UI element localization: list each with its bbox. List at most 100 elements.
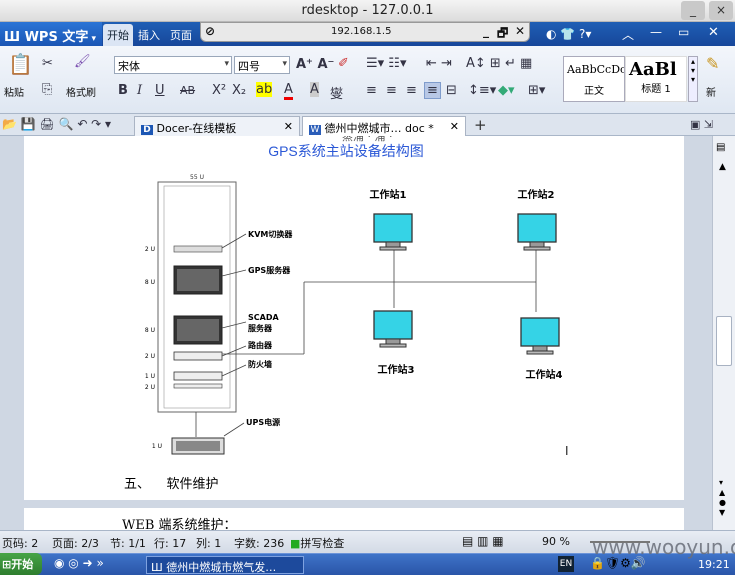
align-left-icon[interactable]: ≡ <box>366 83 377 98</box>
styles-scroll[interactable]: ▴ ▾ ▾ <box>688 56 698 102</box>
rd-minimize-button[interactable]: _ <box>483 24 489 38</box>
ribbon-collapse-icon[interactable]: ︿ <box>622 26 634 43</box>
font-size-value: 四号 <box>238 60 260 73</box>
paste-button[interactable]: 粘贴 <box>4 84 24 99</box>
italic-icon[interactable]: I <box>137 83 142 98</box>
tab-page[interactable]: 页面 <box>170 27 192 43</box>
tab-close-icon[interactable]: ✕ <box>284 120 293 133</box>
rack-unit-label: 1 U <box>145 373 155 380</box>
tab-close-icon[interactable]: ✕ <box>450 120 459 133</box>
style-normal-preview: AaBbCcDc <box>567 63 624 76</box>
router-label: 路由器 <box>248 340 273 350</box>
style-normal-label: 正文 <box>584 86 604 97</box>
subscript-icon[interactable]: X₂ <box>232 83 246 98</box>
spell-check-button[interactable]: ■拼写检查 <box>290 535 344 551</box>
style-heading1-label: 标题 1 <box>641 84 671 95</box>
app-minimize-button[interactable]: — <box>650 25 662 39</box>
vertical-scrollbar[interactable]: ▤ ▲ ▾ ▲ ● ▼ <box>712 136 735 530</box>
skin-icon[interactable]: ◐ 👕 ?▾ <box>546 27 591 41</box>
bullets-icon[interactable]: ☰▾ ☷▾ <box>366 56 407 71</box>
grow-font-icon[interactable]: A⁺ A⁻ <box>296 57 334 72</box>
status-row: 行: 17 <box>154 537 187 550</box>
taskbar-item-document[interactable]: Ш 德州中燃城市燃气发… <box>146 556 304 574</box>
app-close-button[interactable]: ✕ <box>708 25 719 40</box>
distribute-icon[interactable]: ⊟ <box>446 83 457 98</box>
sort-icon[interactable]: A↕ ⊞ ↵ ▦ <box>466 56 532 71</box>
strikethrough-icon[interactable]: AB <box>180 84 195 97</box>
line-spacing-icon[interactable]: ↕≡▾ <box>468 83 496 98</box>
new-tab-icon[interactable]: + <box>474 116 487 134</box>
font-name-select[interactable]: 宋体 ▾ <box>114 56 232 74</box>
format-painter-button[interactable]: 格式刷 <box>66 84 96 99</box>
workstation-2-monitor <box>517 213 557 251</box>
tab-docer-label: Docer-在线模板 <box>156 122 237 135</box>
tray-clock: 19:21 <box>698 558 730 571</box>
rdesktop-connection-bar: ⊘ 192.168.1.5 _ 🗗 ✕ <box>200 22 530 42</box>
highlight-icon[interactable]: ab <box>256 82 273 97</box>
pin-icon[interactable]: ⊘ <box>205 24 215 38</box>
start-button[interactable]: ⊞开始 <box>0 553 42 575</box>
firewall-unit <box>173 371 223 381</box>
new-style-icon[interactable]: ✎ <box>706 54 719 73</box>
font-color-icon[interactable]: A <box>284 82 293 100</box>
superscript-icon[interactable]: X² <box>212 83 226 98</box>
tab-insert[interactable]: 插入 <box>138 27 160 43</box>
page-break-gap <box>24 500 684 508</box>
style-normal[interactable]: AaBbCcDc 正文 <box>563 56 625 102</box>
rack-label-line: GPS服务器 <box>248 265 291 275</box>
rd-restore-button[interactable]: 🗗 <box>497 24 508 45</box>
rack-label-line: 路由器 <box>248 340 273 350</box>
border-icon[interactable]: ⊞▾ <box>528 83 545 98</box>
indent-icon[interactable]: ⇤ ⇥ <box>426 56 452 71</box>
shading-icon[interactable]: ◆▾ <box>498 83 515 98</box>
watermark: www.wooyun.org <box>592 535 735 559</box>
zoom-level[interactable]: 90 % <box>542 535 570 548</box>
tab-docer[interactable]: D Docer-在线模板 ✕ <box>134 116 300 136</box>
tab-options-icon[interactable]: ▣ ⇲ <box>690 118 713 131</box>
char-shading-icon[interactable]: A <box>310 82 319 97</box>
quick-access-icons[interactable]: 📂 💾 🖨 🔍 ↶ ↷ ▾ <box>2 117 111 131</box>
cut-icon[interactable]: ✂ <box>42 56 53 71</box>
start-flag-icon: ⊞ <box>2 558 12 571</box>
ups-size-label: 1 U <box>152 443 162 450</box>
tab-document[interactable]: W 德州中燃城市… doc * ✕ <box>302 116 466 136</box>
style-heading1[interactable]: AaBl 标题 1 <box>625 56 687 102</box>
new-style-button[interactable]: 新 <box>706 84 716 99</box>
page-nav-icons[interactable]: ▾ ▲ ● ▼ <box>719 478 726 518</box>
next-page[interactable]: WEB 端系统维护： <box>24 508 684 533</box>
ime-icon[interactable]: EN <box>558 556 574 572</box>
wps-taskbar-icon: Ш <box>151 561 167 574</box>
rack-size-label: 55 U <box>190 174 204 181</box>
view-mode-icons[interactable]: ▤ ▥ ▦ <box>462 534 504 548</box>
workstation-2-label: 工作站2 <box>518 188 555 201</box>
close-button[interactable]: × <box>709 1 733 20</box>
app-restore-button[interactable]: ▭ <box>678 25 689 39</box>
quick-launch-icons[interactable]: ◉ ◎ ➜ » <box>54 556 104 570</box>
document-page[interactable]: 蒸浦 · 浦 · GPS系统主站设备结构图 55 U 2 U 8 U 8 U 2… <box>24 136 684 530</box>
bold-icon[interactable]: B <box>118 83 128 98</box>
scroll-thumb[interactable] <box>716 316 732 366</box>
rd-close-button[interactable]: ✕ <box>515 24 525 38</box>
phonetic-icon[interactable]: 燮 <box>330 83 343 102</box>
wps-app-button[interactable]: Ш WPS 文字 ▾ <box>0 22 102 46</box>
align-right-icon[interactable]: ≡ <box>406 83 417 98</box>
scada-server-label: SCADA 服务器 <box>248 313 279 333</box>
clear-format-icon[interactable]: ✐ <box>338 56 349 71</box>
align-center-icon[interactable]: ≡ <box>386 83 397 98</box>
ruler-toggle-icon[interactable]: ▤ <box>716 142 725 153</box>
workstation-1-monitor <box>373 213 413 251</box>
wps-logo-icon: Ш <box>4 30 25 45</box>
section-heading: 五、 软件维护 <box>124 477 219 492</box>
tab-start[interactable]: 开始 <box>103 24 133 46</box>
paste-icon[interactable]: 📋 <box>8 52 33 76</box>
window-title: rdesktop - 127.0.0.1 <box>301 3 434 18</box>
scroll-up-icon[interactable]: ▲ <box>719 162 726 172</box>
copy-icon[interactable]: ⎘ <box>42 82 52 97</box>
text-cursor: Ⅰ <box>565 444 569 458</box>
underline-icon[interactable]: U <box>155 83 165 98</box>
minimize-button[interactable]: _ <box>681 1 705 20</box>
rack-unit-label: 8 U <box>145 279 155 286</box>
font-size-select[interactable]: 四号 ▾ <box>234 56 290 74</box>
justify-icon[interactable]: ≡ <box>424 82 441 99</box>
format-painter-icon[interactable]: 🖌 <box>74 54 91 69</box>
